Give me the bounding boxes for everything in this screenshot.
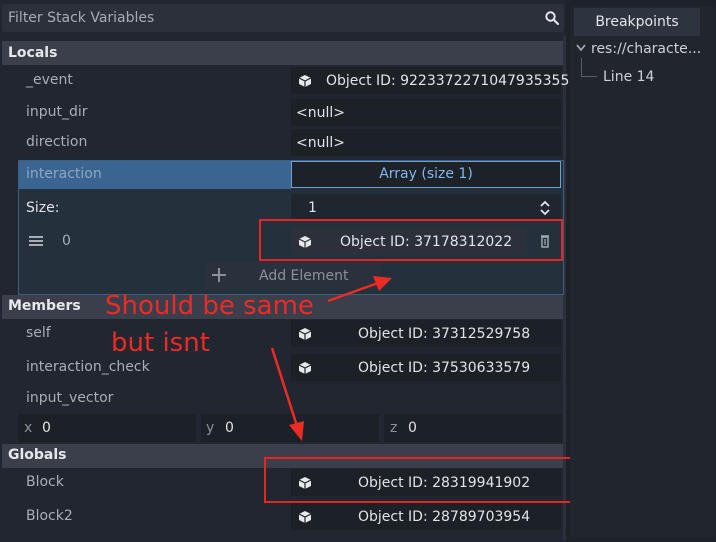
interaction-label: interaction (26, 166, 102, 182)
tree-line (581, 58, 582, 76)
self-label: self (26, 325, 51, 341)
breakpoint-line[interactable]: Line 14 (603, 69, 654, 85)
block2-label: Block2 (26, 508, 73, 524)
direction-label: direction (26, 134, 88, 150)
object-icon (298, 75, 312, 87)
filter-placeholder: Filter Stack Variables (8, 10, 155, 26)
vector-y-value: 0 (225, 420, 234, 436)
element-index: 0 (62, 233, 71, 249)
array-size-label: Size: (26, 200, 60, 216)
annotation-text-line2: but isnt (111, 328, 210, 358)
event-value: Object ID: 9223372271047935355 (326, 73, 570, 89)
spin-arrows-icon[interactable] (539, 200, 551, 216)
breakpoints-tab[interactable]: Breakpoints (574, 8, 700, 36)
members-header-label: Members (8, 298, 81, 314)
array-size-spinbox[interactable] (291, 194, 561, 221)
drag-handle-icon[interactable] (29, 235, 43, 247)
vector-x-label: x (24, 420, 33, 436)
block2-value: Object ID: 28789703954 (358, 509, 531, 525)
array-size-value: 1 (308, 200, 317, 216)
globals-header-label: Globals (8, 447, 67, 463)
direction-value: <null> (296, 135, 345, 151)
annotation-highlight-box (259, 219, 563, 261)
tree-line (581, 76, 597, 77)
search-icon[interactable] (544, 10, 560, 26)
input-vector-label: input_vector (26, 390, 114, 406)
vector-z-value: 0 (408, 420, 417, 436)
input-dir-label: input_dir (26, 104, 88, 120)
self-value: Object ID: 37312529758 (358, 326, 531, 342)
add-element-label: Add Element (259, 268, 349, 284)
interaction-check-label: interaction_check (26, 359, 150, 375)
event-label: _event (26, 72, 73, 88)
locals-header-label: Locals (8, 45, 58, 61)
vector-y-label: y (206, 420, 215, 436)
breakpoint-file[interactable]: res://characte... (591, 41, 701, 57)
block-label: Block (26, 474, 64, 490)
vector-z-label: z (390, 420, 398, 436)
annotation-text-line1: Should be same (105, 291, 314, 321)
breakpoints-panel (570, 6, 714, 538)
interaction-check-value: Object ID: 37530633579 (358, 360, 531, 376)
object-icon (298, 511, 312, 523)
locals-section-header[interactable] (2, 41, 563, 65)
vector-x-value: 0 (42, 420, 51, 436)
chevron-down-icon[interactable] (576, 44, 586, 52)
array-size-button[interactable]: Array (size 1) (291, 161, 561, 188)
object-icon (298, 362, 312, 374)
plus-icon (212, 268, 226, 282)
input-dir-value: <null> (296, 105, 345, 121)
annotation-highlight-box (264, 457, 573, 503)
object-icon (298, 328, 312, 340)
